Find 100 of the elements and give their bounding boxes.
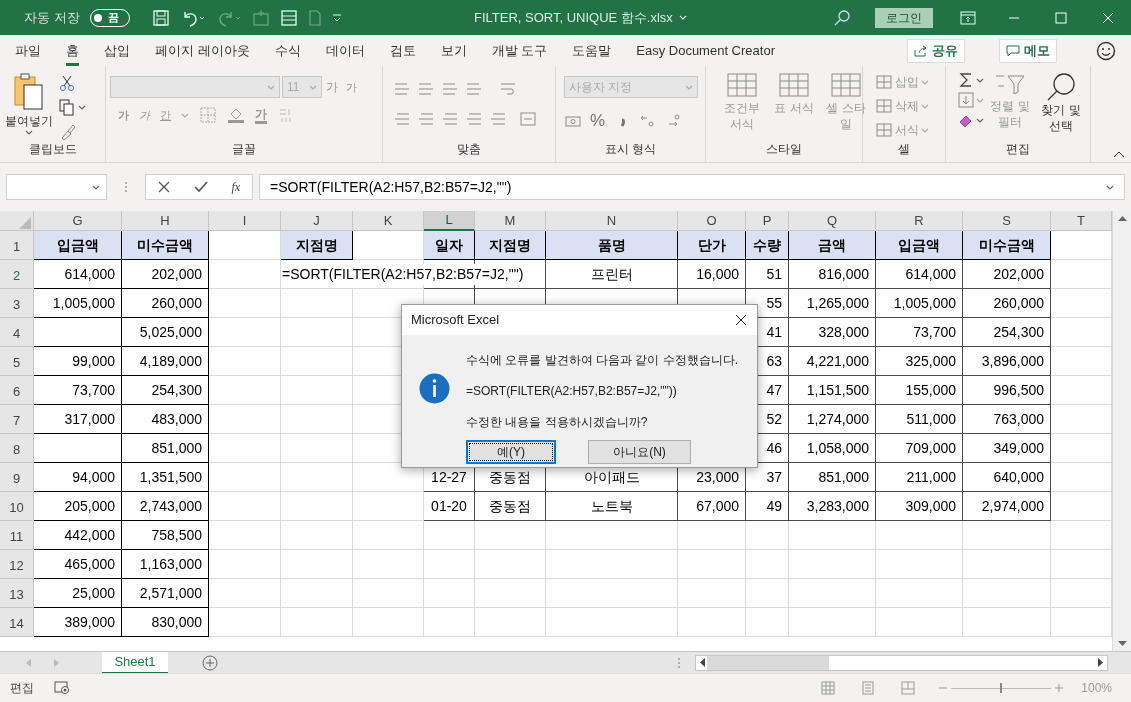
normal-view-icon[interactable]	[821, 681, 836, 695]
row-header[interactable]: 9	[0, 463, 34, 492]
search-icon[interactable]	[833, 8, 851, 27]
row-header[interactable]: 12	[0, 550, 34, 579]
zoom-out-icon[interactable]	[939, 684, 948, 692]
memo-button[interactable]: 메모	[999, 38, 1057, 63]
page-layout-icon[interactable]	[861, 681, 876, 695]
column-header[interactable]: I	[209, 211, 281, 231]
row-header[interactable]: 10	[0, 492, 34, 521]
row-header[interactable]: 8	[0, 434, 34, 463]
top-align-icon[interactable]	[393, 80, 411, 98]
scissors-icon[interactable]	[58, 74, 76, 92]
row-header[interactable]: 3	[0, 289, 34, 318]
vertical-scrollbar[interactable]	[1112, 211, 1131, 651]
paste-button[interactable]: 붙여넣기	[4, 72, 54, 135]
fill-color-icon[interactable]	[227, 106, 245, 124]
dialog-button[interactable]: 예(Y)	[466, 440, 556, 464]
row-header[interactable]: 2	[0, 260, 34, 289]
table-cell: 16,000	[678, 260, 746, 289]
maximize-icon[interactable]	[1055, 11, 1067, 24]
ribbon-tab[interactable]: 홈	[66, 35, 79, 66]
ribbon-tab[interactable]: 개발 도구	[491, 35, 548, 66]
table-cell	[746, 521, 789, 550]
ribbon-display-icon[interactable]	[960, 10, 976, 25]
horizontal-scrollbar[interactable]	[695, 654, 1108, 671]
orientation-icon[interactable]	[465, 80, 483, 98]
dialog-button[interactable]: 아니요(N)	[588, 440, 691, 464]
page-icon	[307, 8, 322, 27]
ribbon-tab[interactable]: 파일	[15, 35, 41, 66]
page-break-icon[interactable]	[901, 681, 916, 695]
decrease-indent-icon[interactable]	[465, 110, 483, 128]
zoom-slider-thumb[interactable]	[1000, 683, 1003, 693]
smiley-icon[interactable]	[1096, 40, 1116, 61]
percent-button[interactable]: %	[590, 108, 606, 134]
customize-icon[interactable]	[331, 13, 342, 22]
group-label: 맞춤	[457, 142, 481, 156]
increase-indent-icon[interactable]	[489, 110, 507, 128]
align-right-icon[interactable]	[441, 110, 459, 128]
table-cell: 2,571,000	[122, 579, 209, 608]
find-select-button[interactable]: 찾기 및 선택	[1036, 72, 1086, 134]
login-button[interactable]: 로그인	[875, 7, 933, 28]
collapse-ribbon-icon[interactable]	[1113, 150, 1125, 158]
row-header[interactable]: 14	[0, 608, 34, 637]
ribbon-tab[interactable]: 수식	[274, 35, 301, 66]
enter-icon[interactable]	[193, 181, 208, 193]
ribbon-tab[interactable]: 보기	[440, 35, 467, 66]
table-style-icon	[830, 72, 862, 100]
borders-icon[interactable]	[199, 106, 217, 124]
row-header[interactable]: 7	[0, 405, 34, 434]
ribbon-tab[interactable]: 검토	[389, 35, 416, 66]
table-cell: 1,151,500	[789, 376, 876, 405]
copy-icon[interactable]	[58, 98, 76, 116]
bottom-align-icon[interactable]	[441, 80, 459, 98]
ribbon-tab[interactable]: 삽입	[104, 35, 130, 66]
ribbon-tab[interactable]: 도움말	[572, 35, 612, 66]
row-header[interactable]: 4	[0, 318, 34, 347]
caret-icon[interactable]	[25, 130, 33, 135]
header-cell: 입금액	[876, 231, 963, 260]
caret-icon[interactable]	[92, 184, 100, 190]
next-sheet-icon[interactable]	[54, 658, 60, 667]
row-header[interactable]: 1	[0, 231, 34, 260]
align-center-icon[interactable]	[417, 110, 435, 128]
caret-icon[interactable]	[78, 104, 86, 110]
form-icon[interactable]	[279, 8, 298, 27]
column-header[interactable]: L	[424, 211, 475, 231]
sheet-tab[interactable]: Sheet1	[102, 651, 168, 674]
ribbon-tab[interactable]: Easy Document Creator	[636, 35, 775, 66]
formula-field[interactable]: =SORT(FILTER(A2:H57,B2:B57=J2,"")	[259, 174, 1125, 200]
font-name-field[interactable]	[110, 76, 280, 98]
save-icon[interactable]	[151, 8, 170, 27]
table-cell: 4,189,000	[122, 347, 209, 376]
sum-icon[interactable]	[958, 72, 974, 88]
insert-function-button[interactable]: fx	[231, 178, 241, 196]
caret-icon[interactable]	[1106, 184, 1114, 190]
macro-record-icon[interactable]	[54, 681, 70, 695]
table-cell: 614,000	[34, 260, 122, 289]
row-header[interactable]: 11	[0, 521, 34, 550]
header-cell: 단가	[678, 231, 746, 260]
zoom-in-icon[interactable]	[1055, 684, 1064, 692]
ribbon-tab[interactable]: 페이지 레이아웃	[155, 35, 250, 66]
add-sheet-icon[interactable]	[202, 654, 218, 671]
share-button[interactable]: 공유	[907, 38, 965, 63]
merge-cells-icon[interactable]	[519, 110, 537, 128]
row-header[interactable]: 6	[0, 376, 34, 405]
table-cell: 325,000	[876, 347, 963, 376]
close-icon[interactable]	[735, 314, 747, 326]
ribbon-tab[interactable]: 데이터	[325, 35, 365, 66]
row-header[interactable]: 13	[0, 579, 34, 608]
select-all-icon[interactable]	[19, 217, 31, 229]
caret-icon[interactable]	[976, 77, 984, 83]
table-cell: 1,005,000	[876, 289, 963, 318]
wrap-text-icon[interactable]	[499, 80, 517, 98]
caret-icon[interactable]	[976, 117, 984, 123]
table-cell: 328,000	[789, 318, 876, 347]
formula-edit-text[interactable]: =SORT(FILTER(A2:H57,B2:B57=J2,"")	[282, 264, 526, 285]
cancel-icon[interactable]	[157, 181, 170, 193]
prev-sheet-icon[interactable]	[26, 658, 32, 667]
middle-align-icon[interactable]	[417, 80, 435, 98]
row-header[interactable]: 5	[0, 347, 34, 376]
align-left-icon[interactable]	[393, 110, 411, 128]
